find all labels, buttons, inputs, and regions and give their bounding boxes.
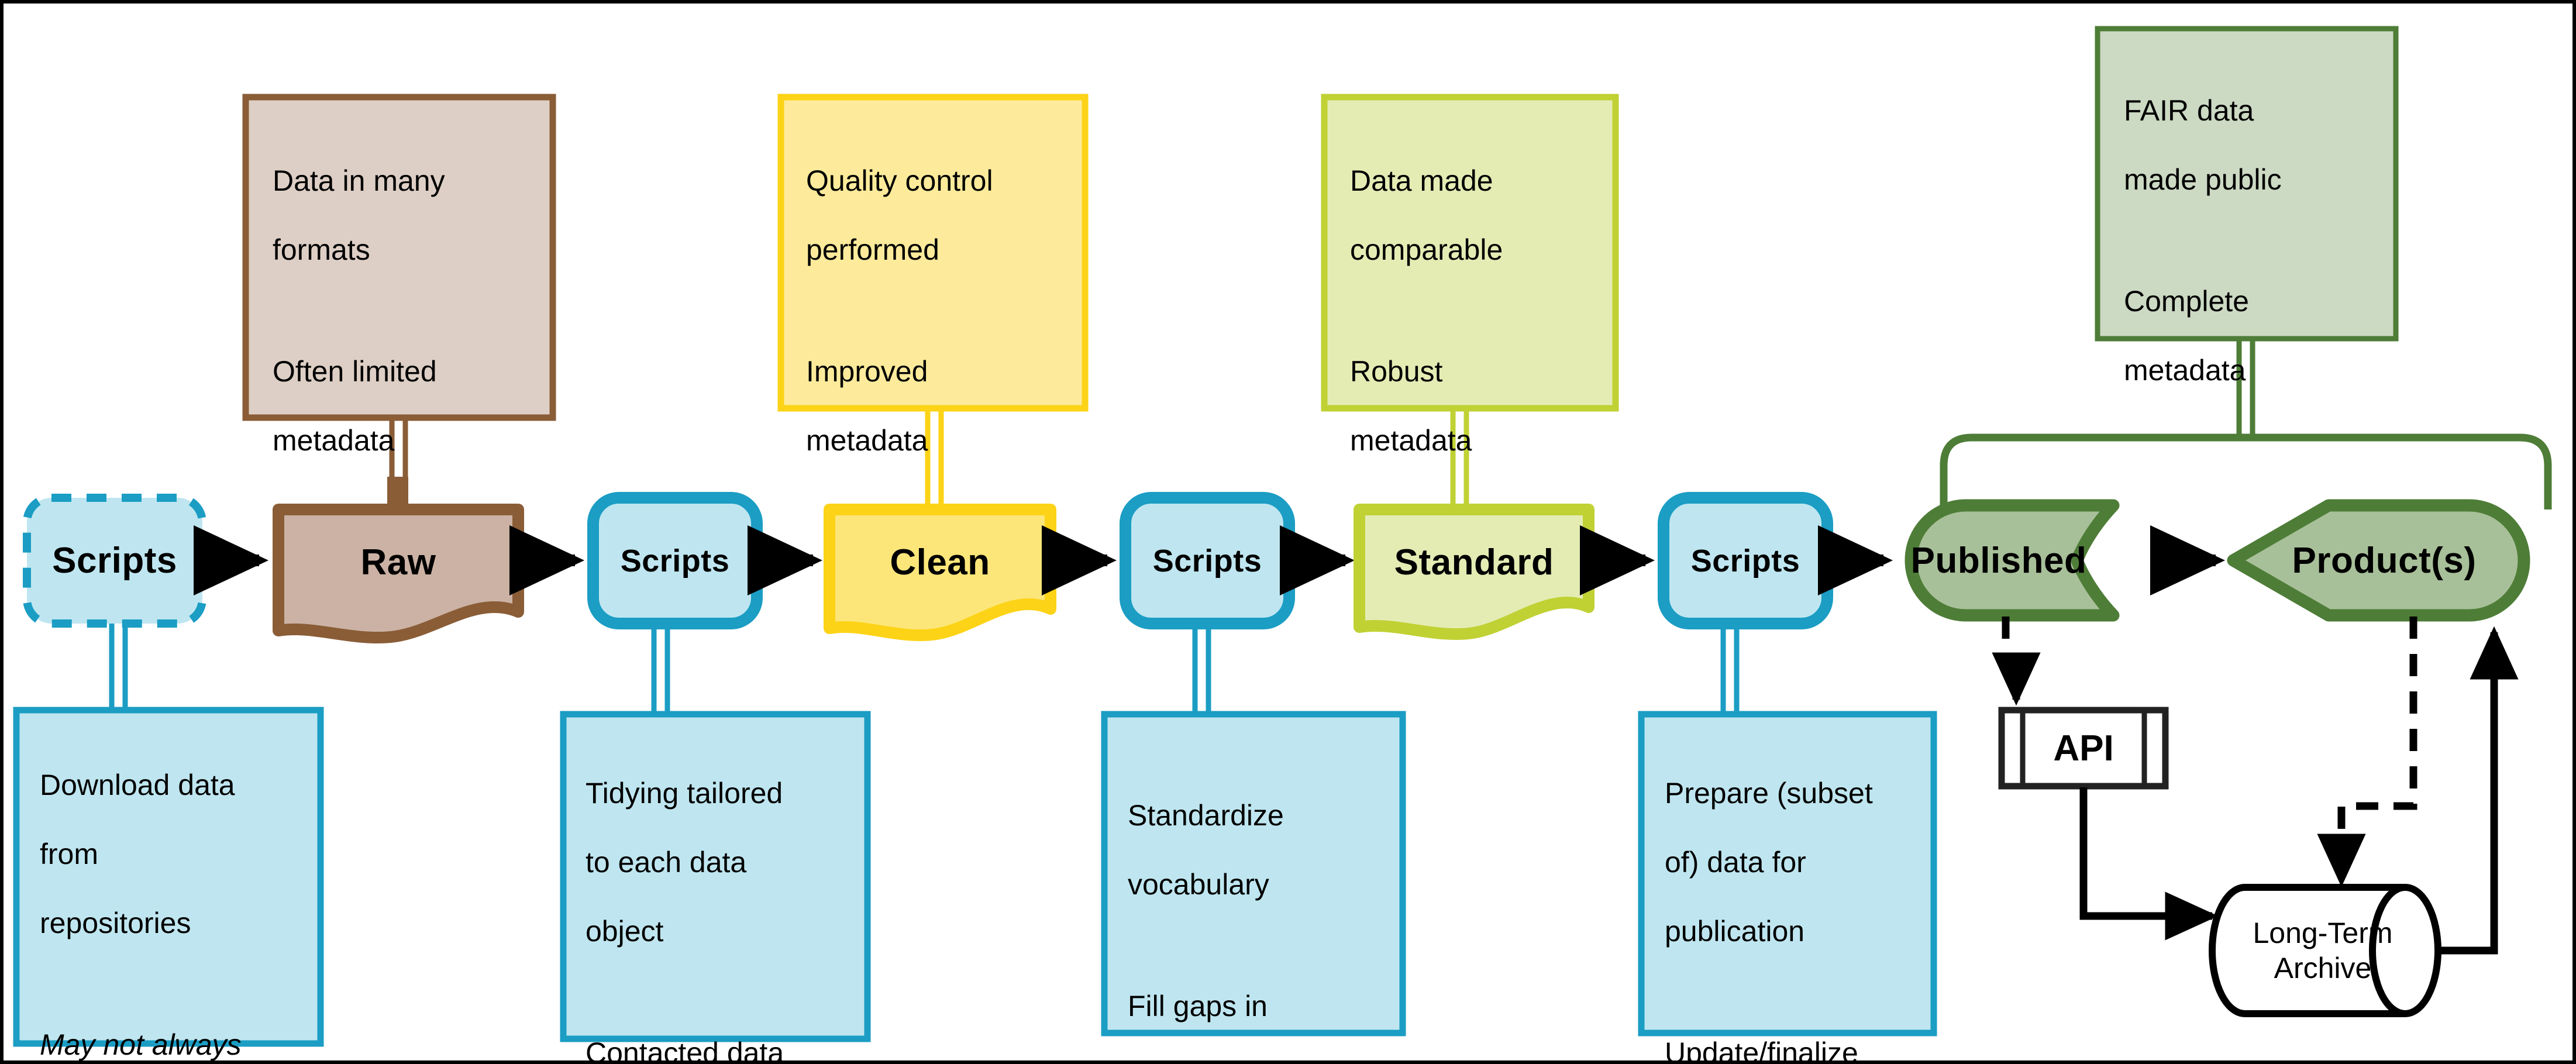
scripts3-desc-line4: metadata xyxy=(1128,1058,1397,1060)
raw-callout-line4: metadata xyxy=(273,424,395,457)
diagram-canvas: Scripts Raw Scripts Clean Scripts Standa… xyxy=(0,0,2576,1064)
scripts3-desc-line1: Standardize xyxy=(1128,799,1284,832)
published-callout-line4: metadata xyxy=(2124,354,2246,387)
node-scripts-1[interactable] xyxy=(23,494,206,628)
stem-scripts2 xyxy=(651,624,670,716)
scripts3-desc-line3: Fill gaps in xyxy=(1128,990,1268,1022)
raw-callout-line3: Often limited xyxy=(273,355,437,388)
desc-text-scripts3: Standardize vocabulary Fill gaps in meta… xyxy=(1128,764,1397,1060)
node-scripts-4[interactable] xyxy=(1658,492,1833,629)
node-clean[interactable] xyxy=(824,504,1056,642)
link-archive-products xyxy=(2438,626,2519,955)
raw-callout-line1: Data in many xyxy=(273,164,445,197)
raw-callout-line2: formats xyxy=(273,233,370,266)
standard-callout-line3: Robust xyxy=(1350,355,1443,388)
desc-text-scripts1: Download data from repositories May not … xyxy=(40,734,315,1061)
node-long-term-archive[interactable] xyxy=(2209,884,2441,1017)
standard-callout-line4: metadata xyxy=(1350,424,1472,457)
link-published-api xyxy=(1992,617,2041,706)
clean-callout-line4: metadata xyxy=(806,424,928,457)
stem-scripts4 xyxy=(1720,624,1740,716)
node-scripts-3[interactable] xyxy=(1120,492,1295,629)
scripts1-desc-line3: repositories xyxy=(40,907,191,939)
scripts2-desc-line1: Tidying tailored xyxy=(586,777,783,810)
stem-scripts1 xyxy=(109,624,128,711)
scripts2-desc-line2: to each data xyxy=(586,846,747,879)
node-products[interactable] xyxy=(2227,499,2530,622)
callout-text-raw: Data in many formats Often limited metad… xyxy=(273,129,536,493)
clean-callout-line2: performed xyxy=(806,233,939,266)
scripts4-desc-line2: of) data for xyxy=(1665,846,1806,879)
stem-scripts3 xyxy=(1192,624,1211,716)
scripts2-desc-line4: Contacted data xyxy=(586,1037,784,1064)
published-callout-line2: made public xyxy=(2124,163,2282,196)
callout-text-standard: Data made comparable Robust metadata xyxy=(1350,129,1613,493)
published-callout-line1: FAIR data xyxy=(2124,94,2254,127)
scripts2-desc-line3: object xyxy=(586,915,664,948)
scripts1-desc-line1: Download data xyxy=(40,769,235,801)
clean-callout-line3: Improved xyxy=(806,355,928,388)
node-published[interactable] xyxy=(1905,499,2120,622)
scripts1-desc-line4: May not always xyxy=(40,1028,242,1061)
standard-callout-line2: comparable xyxy=(1350,233,1503,266)
clean-callout-line1: Quality control xyxy=(806,164,993,197)
standard-callout-line1: Data made xyxy=(1350,164,1493,197)
link-products-archive xyxy=(2317,617,2417,887)
node-api[interactable] xyxy=(1998,707,2169,790)
scripts4-desc-line4: Update/finalize xyxy=(1665,1037,1858,1064)
scripts4-desc-line1: Prepare (subset xyxy=(1665,777,1873,810)
published-callout-line3: Complete xyxy=(2124,285,2249,318)
callout-text-published: FAIR data made public Complete metadata xyxy=(2124,59,2393,422)
desc-text-scripts4: Prepare (subset of) data for publication… xyxy=(1665,742,1940,1064)
node-raw[interactable] xyxy=(273,504,524,644)
callout-text-clean: Quality control performed Improved metad… xyxy=(806,129,1075,493)
scripts3-desc-line2: vocabulary xyxy=(1128,868,1269,901)
node-standard[interactable] xyxy=(1354,504,1594,641)
scripts4-desc-line3: publication xyxy=(1665,915,1805,948)
desc-text-scripts2: Tidying tailored to each data object Con… xyxy=(586,742,860,1064)
scripts1-desc-line2: from xyxy=(40,838,98,870)
link-api-archive xyxy=(2079,787,2219,941)
node-scripts-2[interactable] xyxy=(587,492,763,629)
